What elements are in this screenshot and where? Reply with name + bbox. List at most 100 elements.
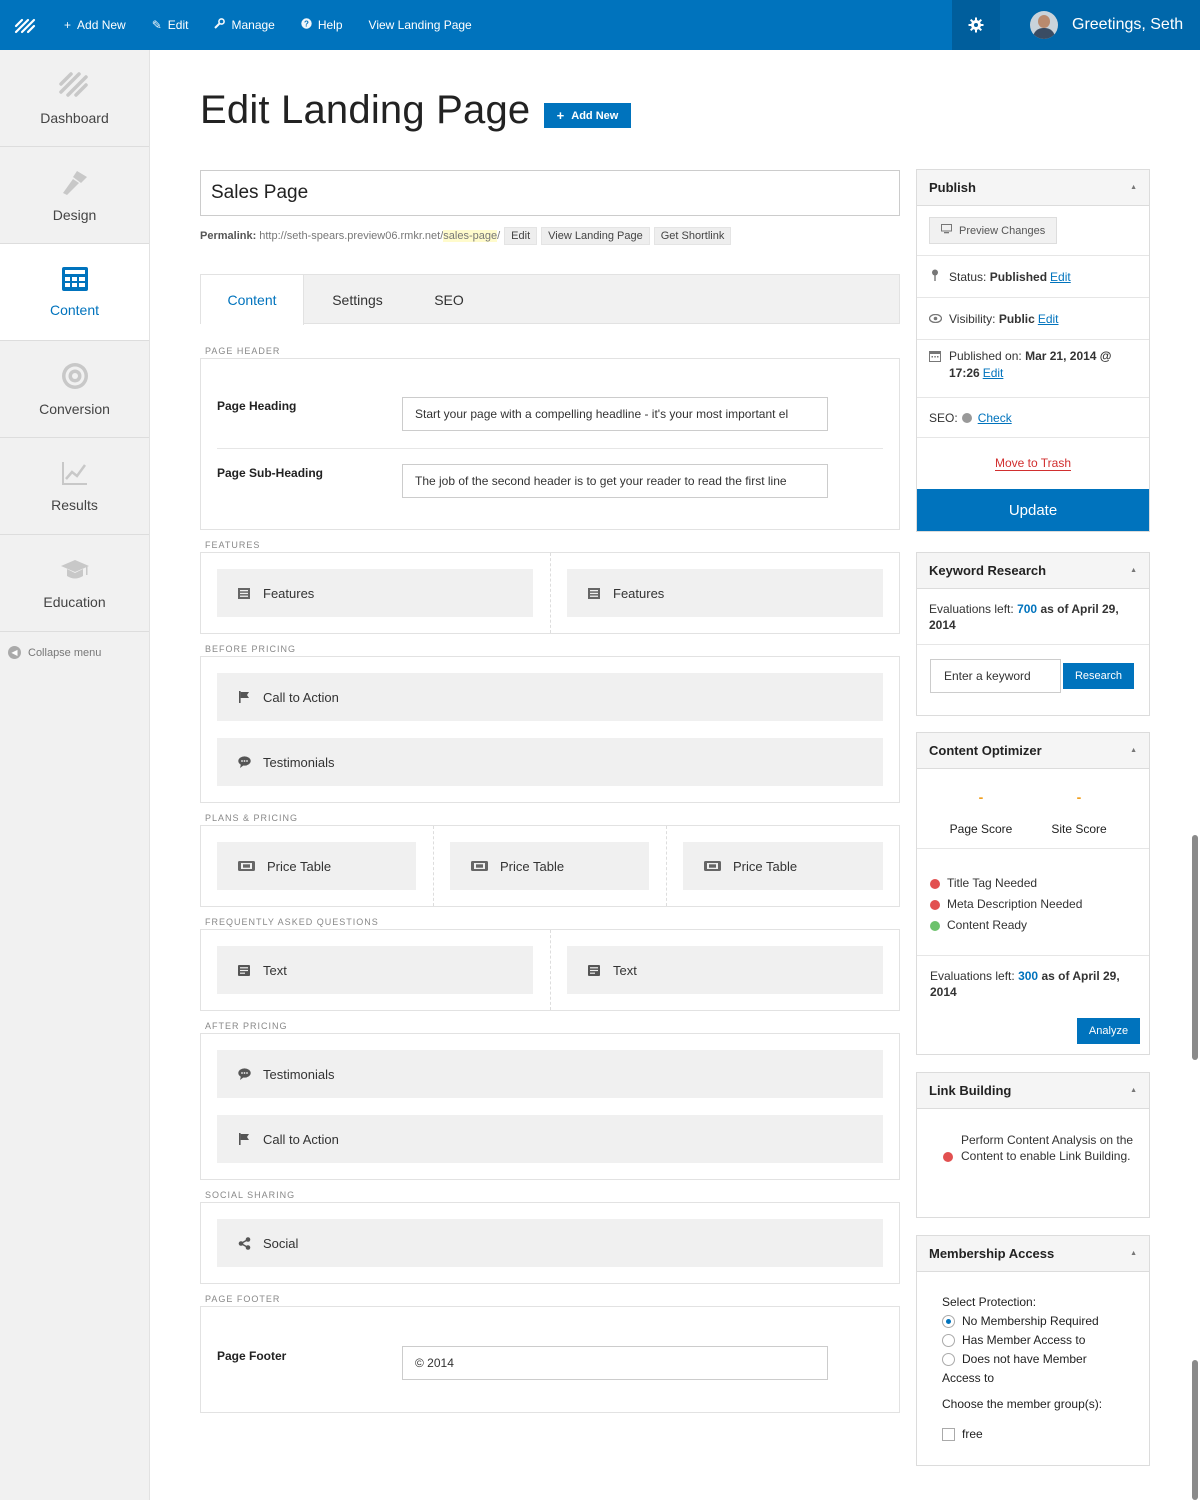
error-dot-icon	[930, 899, 940, 910]
link-building-body: Perform Content Analysis on the Content …	[917, 1109, 1149, 1217]
permalink-slug[interactable]: sales-page	[443, 229, 498, 242]
visibility-edit-link[interactable]: Edit	[1038, 312, 1059, 326]
logo-icon[interactable]	[0, 0, 50, 50]
optimizer-checks: Title Tag Needed Meta Description Needed…	[917, 849, 1149, 956]
collapse-menu-button[interactable]: ◀ Collapse menu	[0, 632, 149, 659]
publish-panel-header[interactable]: Publish ▲	[917, 170, 1149, 206]
main-content: Edit Landing Page + Add New Sales Page P…	[150, 50, 1200, 1500]
protection-option-no-access[interactable]: Does not have Member	[942, 1350, 1149, 1369]
sidebar-item-design[interactable]: Design	[0, 147, 149, 244]
features-block-2[interactable]: Features	[567, 569, 883, 617]
title-input[interactable]: Sales Page	[200, 170, 900, 216]
collapse-triangle-icon: ▲	[1130, 184, 1137, 191]
move-to-trash-link[interactable]: Move to Trash	[994, 456, 1072, 471]
protection-option-has-access[interactable]: Has Member Access to	[942, 1331, 1149, 1350]
permalink-base[interactable]: http://seth-spears.preview06.rmkr.net/	[259, 230, 443, 242]
features-block-1[interactable]: Features	[217, 569, 533, 617]
get-shortlink-button[interactable]: Get Shortlink	[653, 226, 732, 245]
testimonials-block[interactable]: Testimonials	[217, 738, 883, 786]
wrench-icon	[214, 18, 226, 32]
keyword-research-panel: Keyword Research ▲ Evaluations left: 700…	[916, 552, 1150, 716]
plus-icon: +	[556, 108, 565, 123]
radio-button[interactable]	[942, 1353, 955, 1366]
page-footer-label: Page Footer	[217, 1349, 287, 1363]
link-building-header[interactable]: Link Building ▲	[917, 1073, 1149, 1109]
preview-changes-button[interactable]: Preview Changes	[929, 217, 1058, 244]
page-footer-input[interactable]: © 2014	[402, 1346, 828, 1380]
tab-settings[interactable]: Settings	[304, 275, 411, 324]
page-score-label: Page Score	[949, 822, 1013, 836]
seo-status-dot	[961, 412, 972, 423]
radio-button[interactable]	[942, 1315, 955, 1328]
call-to-action-block[interactable]: Call to Action	[217, 1115, 883, 1163]
page-subheading-input[interactable]: The job of the second header is to get y…	[402, 464, 828, 498]
scrollbar-thumb-lower[interactable]	[1192, 1360, 1198, 1500]
analyze-button[interactable]: Analyze	[1077, 1018, 1140, 1044]
permalink-label: Permalink:	[200, 229, 257, 242]
toolbar-manage[interactable]: Manage	[214, 18, 275, 32]
radio-button[interactable]	[942, 1334, 955, 1347]
toolbar-help[interactable]: ? Help	[301, 18, 343, 32]
greeting: Greetings, Seth	[1072, 16, 1184, 33]
text-block-icon	[237, 964, 251, 976]
content-optimizer-header[interactable]: Content Optimizer ▲	[917, 733, 1149, 769]
settings-button[interactable]	[952, 0, 1000, 50]
sidebar-item-content[interactable]: Content	[0, 244, 149, 341]
price-table-block-2[interactable]: Price Table	[450, 842, 649, 890]
optimizer-evaluations: Evaluations left: 300 as of April 29, 20…	[930, 969, 1120, 999]
list-icon	[237, 587, 251, 599]
research-button[interactable]: Research	[1063, 663, 1134, 689]
checkbox[interactable]	[942, 1428, 955, 1441]
member-groups-label: Choose the member group(s):	[942, 1397, 1103, 1411]
sidebar-item-dashboard[interactable]: Dashboard	[0, 50, 149, 147]
member-group-free[interactable]: free	[942, 1425, 1149, 1444]
toolbar-view-landing-page[interactable]: View Landing Page	[369, 18, 472, 32]
section-plans-pricing: Price Table Price Table Price Table	[200, 825, 900, 907]
price-table-block-1[interactable]: Price Table	[217, 842, 416, 890]
toolbar-edit[interactable]: ✎ Edit	[152, 18, 189, 32]
admin-toolbar: + Add New ✎ Edit Manage ? Help View Land…	[0, 0, 1200, 50]
tab-seo[interactable]: SEO	[411, 275, 487, 324]
testimonials-block[interactable]: Testimonials	[217, 1050, 883, 1098]
social-block[interactable]: Social	[217, 1219, 883, 1267]
section-page-footer: Page Footer © 2014	[200, 1306, 900, 1413]
keyword-input[interactable]: Enter a keyword	[930, 659, 1061, 693]
page-heading-input[interactable]: Start your page with a compelling headli…	[402, 397, 828, 431]
sidebar-item-education[interactable]: Education	[0, 535, 149, 632]
section-after-pricing: Testimonials Call to Action	[200, 1033, 900, 1180]
check-item: Content Ready	[930, 915, 1149, 936]
page-heading-label: Page Heading	[217, 399, 297, 413]
protection-option-no-membership[interactable]: No Membership Required	[942, 1312, 1149, 1331]
error-dot-icon	[930, 878, 940, 889]
seo-check-link[interactable]: Check	[978, 411, 1012, 425]
page-score-value: -	[978, 789, 984, 805]
membership-access-header[interactable]: Membership Access ▲	[917, 1236, 1149, 1272]
update-button[interactable]: Update	[917, 489, 1149, 531]
status-edit-link[interactable]: Edit	[1050, 270, 1071, 284]
text-block-2[interactable]: Text	[567, 946, 883, 994]
status-row: Status: Published Edit	[917, 256, 1149, 298]
add-new-button[interactable]: + Add New	[544, 103, 631, 128]
permalink-edit-button[interactable]: Edit	[504, 226, 538, 245]
price-table-block-3[interactable]: Price Table	[683, 842, 883, 890]
keyword-research-header[interactable]: Keyword Research ▲	[917, 553, 1149, 589]
published-edit-link[interactable]: Edit	[983, 366, 1004, 380]
analyze-row: Analyze	[917, 1012, 1149, 1054]
section-label-faq: Frequently Asked Questions	[205, 917, 379, 927]
text-block-1[interactable]: Text	[217, 946, 533, 994]
trash-row: Move to Trash	[917, 438, 1149, 489]
scrollbar-thumb[interactable]	[1192, 835, 1198, 1060]
sidebar-item-conversion[interactable]: Conversion	[0, 341, 149, 438]
graduation-cap-icon	[60, 560, 89, 579]
toolbar-add-new[interactable]: + Add New	[64, 18, 126, 32]
view-landing-page-button[interactable]: View Landing Page	[541, 226, 650, 245]
permalink: Permalink: http://seth-spears.preview06.…	[200, 226, 732, 245]
user-menu[interactable]: Greetings, Seth	[1000, 0, 1200, 50]
tab-content[interactable]: Content	[201, 275, 304, 325]
call-to-action-block[interactable]: Call to Action	[217, 673, 883, 721]
error-dot-icon	[943, 1152, 953, 1162]
keyword-evaluations: Evaluations left: 700 as of April 29, 20…	[917, 589, 1149, 645]
sidebar-item-results[interactable]: Results	[0, 438, 149, 535]
section-social: Social	[200, 1202, 900, 1284]
section-label-features: Features	[205, 540, 261, 550]
